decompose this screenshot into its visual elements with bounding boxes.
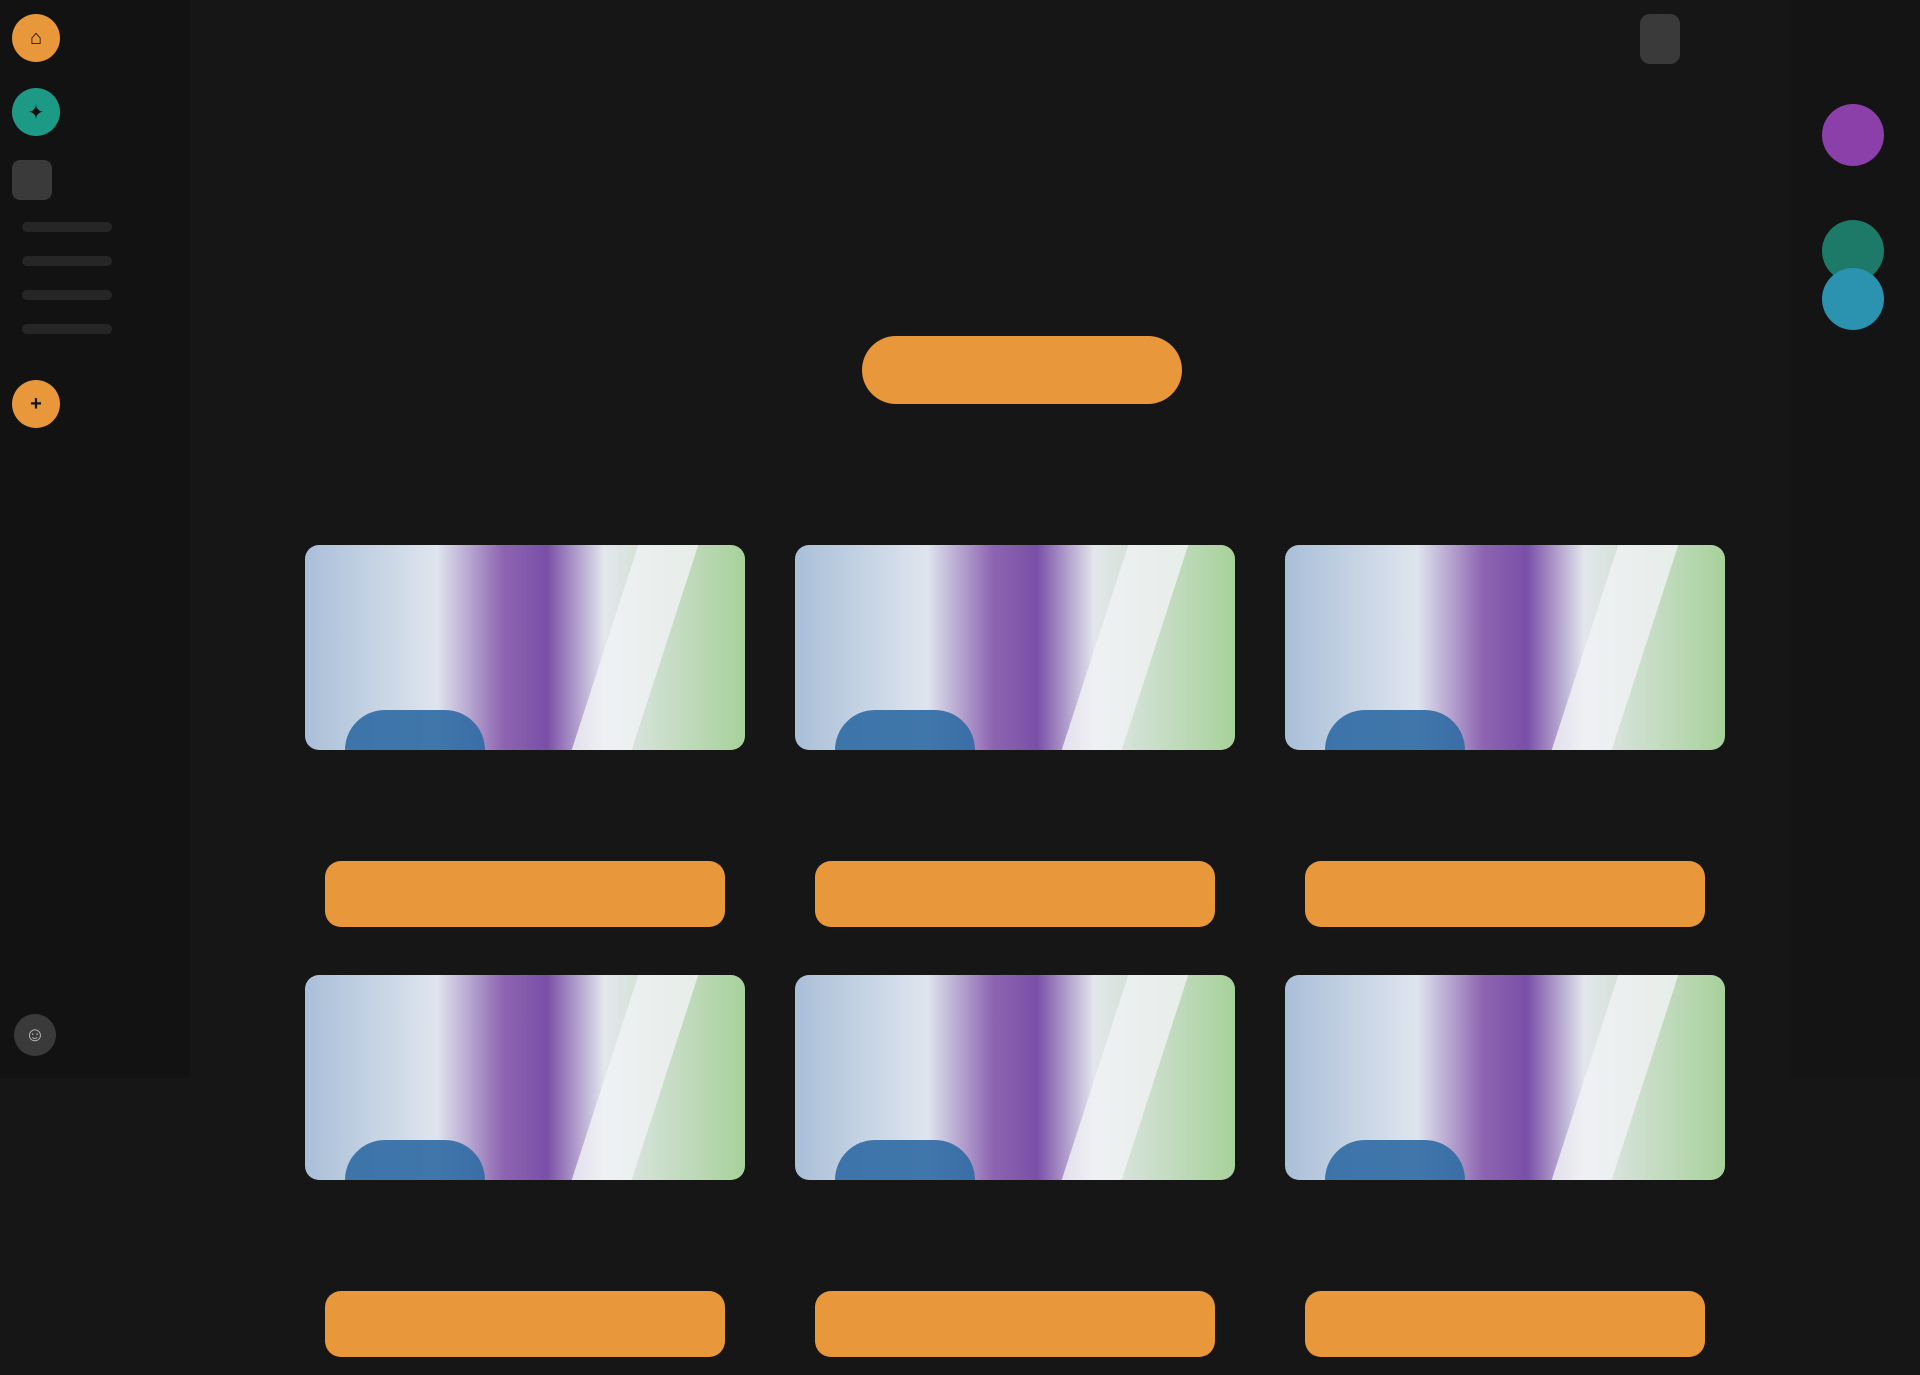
thumbnail-wave (835, 1140, 975, 1180)
sidebar-item-explore[interactable]: ✦ (12, 88, 70, 136)
card-button[interactable] (815, 861, 1215, 927)
blue-avatar-icon[interactable] (1822, 268, 1884, 330)
thumbnail-stripe (1061, 545, 1189, 750)
top-right-button[interactable] (1640, 14, 1680, 64)
card-button[interactable] (1305, 861, 1705, 927)
sidebar-item-home[interactable]: ⌂ (12, 14, 70, 62)
sidebar-divider (22, 222, 112, 232)
content-card[interactable] (305, 545, 745, 945)
card-thumbnail[interactable] (1285, 545, 1725, 750)
main-content (190, 0, 1790, 1357)
sidebar-divider (22, 290, 112, 300)
card-button[interactable] (815, 1291, 1215, 1357)
hero-button[interactable] (862, 336, 1182, 404)
thumbnail-wave (345, 1140, 485, 1180)
sidebar-divider (22, 256, 112, 266)
left-sidebar: ⌂ ✦ + ☺ (0, 0, 190, 1078)
thumbnail-wave (835, 710, 975, 750)
sidebar-divider (22, 324, 112, 334)
add-icon: + (12, 380, 60, 428)
thumbnail-wave (1325, 1140, 1465, 1180)
sidebar-item-add[interactable]: + (12, 380, 60, 428)
user-icon[interactable]: ☺ (14, 1014, 56, 1056)
thumbnail-stripe (1551, 545, 1679, 750)
card-button[interactable] (325, 1291, 725, 1357)
content-card[interactable] (1285, 545, 1725, 945)
explore-icon: ✦ (12, 88, 60, 136)
content-card[interactable] (1285, 975, 1725, 1375)
card-button[interactable] (325, 861, 725, 927)
content-card[interactable] (795, 545, 1235, 945)
content-card[interactable] (795, 975, 1235, 1375)
thumbnail-stripe (571, 545, 699, 750)
library-icon (12, 160, 52, 200)
card-thumbnail[interactable] (795, 545, 1235, 750)
thumbnail-wave (345, 710, 485, 750)
content-card[interactable] (305, 975, 745, 1375)
home-icon: ⌂ (12, 14, 60, 62)
card-thumbnail[interactable] (305, 545, 745, 750)
thumbnail-wave (1325, 710, 1465, 750)
card-grid (305, 545, 1745, 1375)
right-rail (1790, 0, 1920, 1078)
sidebar-item-library[interactable] (12, 160, 62, 200)
purple-avatar-icon[interactable] (1822, 104, 1884, 166)
card-button[interactable] (1305, 1291, 1705, 1357)
